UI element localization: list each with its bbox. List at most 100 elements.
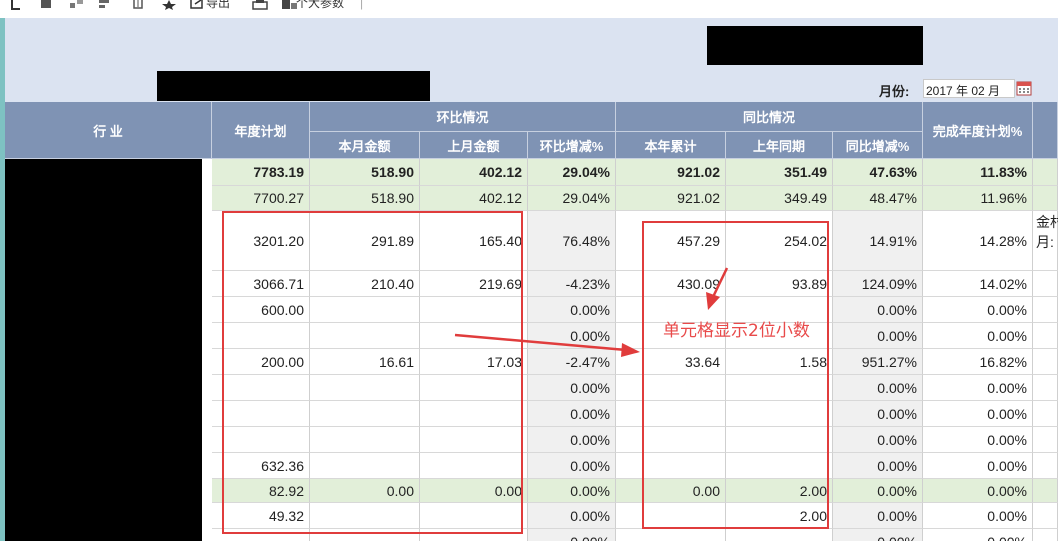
header-extra xyxy=(1033,102,1058,159)
cell-completion: 14.02% xyxy=(923,271,1033,297)
cell-this-month: 518.90 xyxy=(310,159,420,186)
cell-completion: 0.00% xyxy=(923,427,1033,453)
cell-mom-change: 0.00% xyxy=(528,297,616,323)
toolbar-separator: | xyxy=(360,0,364,10)
cell-completion: 0.00% xyxy=(923,297,1033,323)
cell-extra xyxy=(1033,297,1058,323)
header-ytd: 本年累计 xyxy=(616,132,726,159)
cell-extra xyxy=(1033,271,1058,297)
delete-icon[interactable] xyxy=(132,0,144,10)
header-last-month: 上月金额 xyxy=(420,132,528,159)
header-industry: 行 业 xyxy=(5,102,212,159)
back-icon[interactable] xyxy=(10,0,22,10)
cell-annual-plan: 7700.27 xyxy=(212,186,310,211)
cell-last-month: 402.12 xyxy=(420,186,528,211)
cell-completion: 0.00% xyxy=(923,479,1033,503)
cell-yoy-change: 0.00% xyxy=(833,427,923,453)
cell-ytd: 921.02 xyxy=(616,186,726,211)
export-button[interactable]: 导出 xyxy=(206,0,230,9)
cell-last-year: 349.49 xyxy=(726,186,833,211)
cell-completion: 0.00% xyxy=(923,323,1033,349)
cell-extra xyxy=(1033,349,1058,375)
cell-last-month: 402.12 xyxy=(420,159,528,186)
header-completion: 完成年度计划% xyxy=(923,102,1033,159)
star-icon[interactable] xyxy=(161,0,177,10)
cell-completion: 16.82% xyxy=(923,349,1033,375)
cell-extra xyxy=(1033,427,1058,453)
annotation-box-right xyxy=(642,221,829,529)
cell-extra xyxy=(1033,453,1058,479)
cell-last-year: 351.49 xyxy=(726,159,833,186)
cell-completion: 0.00% xyxy=(923,453,1033,479)
cell-mom-change: 0.00% xyxy=(528,427,616,453)
month-label: 月份: xyxy=(879,84,910,99)
cell-mom-change: 0.00% xyxy=(528,529,616,541)
cell-mom-change: 76.48% xyxy=(528,211,616,271)
cell-completion: 11.96% xyxy=(923,186,1033,211)
cell-yoy-change: 124.09% xyxy=(833,271,923,297)
cell-extra xyxy=(1033,401,1058,427)
table-row: 7783.19 518.90 402.12 29.04% 921.02 351.49 47.… xyxy=(212,159,1058,186)
calendar-icon[interactable] xyxy=(1016,80,1032,96)
cell-yoy-change: 47.63% xyxy=(833,159,923,186)
cell-mom-change: -2.47% xyxy=(528,349,616,375)
cell-mom-change: 0.00% xyxy=(528,323,616,349)
redacted-title xyxy=(707,26,923,65)
cell-extra xyxy=(1033,159,1058,186)
cell-completion: 14.28% xyxy=(923,211,1033,271)
cell-completion: 0.00% xyxy=(923,375,1033,401)
cell-yoy-change: 0.00% xyxy=(833,479,923,503)
cell-yoy-change: 14.91% xyxy=(833,211,923,271)
cell-yoy-change: 0.00% xyxy=(833,375,923,401)
header-mom-change: 环比增减% xyxy=(528,132,616,159)
cell-last-year xyxy=(726,529,833,541)
cell-ytd xyxy=(616,529,726,541)
month-input[interactable]: 2017 年 02 月 xyxy=(923,79,1015,98)
annotation-text: 单元格显示2位小数 xyxy=(663,321,810,341)
toolbar: 导出 个大参数 | xyxy=(0,0,1058,18)
cell-yoy-change: 0.00% xyxy=(833,401,923,427)
cell-yoy-change: 48.47% xyxy=(833,186,923,211)
table-row: 7700.27 518.90 402.12 29.04% 921.02 349.49 48.… xyxy=(212,186,1058,211)
header-yoy-group: 同比情况 xyxy=(616,102,923,132)
cell-mom-change: -4.23% xyxy=(528,271,616,297)
cell-yoy-change: 0.00% xyxy=(833,453,923,479)
align-icon[interactable] xyxy=(99,0,111,10)
params-button[interactable]: 个大参数 xyxy=(296,0,344,9)
header-last-year: 上年同期 xyxy=(726,132,833,159)
export-icon[interactable] xyxy=(190,0,204,10)
cell-yoy-change: 0.00% xyxy=(833,297,923,323)
cell-annual-plan: 7783.19 xyxy=(212,159,310,186)
cell-extra xyxy=(1033,503,1058,529)
cell-mom-change: 0.00% xyxy=(528,479,616,503)
cell-completion: 0.00% xyxy=(923,529,1033,541)
extra-note: 金村 月: xyxy=(1036,214,1058,250)
header-mom-group: 环比情况 xyxy=(310,102,616,132)
cell-mom-change: 0.00% xyxy=(528,453,616,479)
cell-this-month: 518.90 xyxy=(310,186,420,211)
cell-yoy-change: 0.00% xyxy=(833,529,923,541)
cell-mom-change: 0.00% xyxy=(528,375,616,401)
cell-ytd: 921.02 xyxy=(616,159,726,186)
header-yoy-change: 同比增减% xyxy=(833,132,923,159)
redacted-subtitle xyxy=(157,71,430,101)
cell-mom-change: 0.00% xyxy=(528,503,616,529)
cell-extra xyxy=(1033,529,1058,541)
grid-icon[interactable] xyxy=(70,0,84,10)
annotation-box-left xyxy=(222,211,523,534)
cell-extra xyxy=(1033,186,1058,211)
cell-extra xyxy=(1033,323,1058,349)
cell-mom-change: 0.00% xyxy=(528,401,616,427)
redacted-industry-column xyxy=(5,159,202,541)
header-this-month: 本月金额 xyxy=(310,132,420,159)
cell-yoy-change: 951.27% xyxy=(833,349,923,375)
header-annual-plan: 年度计划 xyxy=(212,102,310,159)
cell-yoy-change: 0.00% xyxy=(833,323,923,349)
print-icon[interactable] xyxy=(252,0,268,10)
cell-completion: 11.83% xyxy=(923,159,1033,186)
cell-completion: 0.00% xyxy=(923,503,1033,529)
cell-extra xyxy=(1033,375,1058,401)
list-icon[interactable] xyxy=(40,0,52,10)
cell-extra xyxy=(1033,479,1058,503)
cell-mom-change: 29.04% xyxy=(528,186,616,211)
